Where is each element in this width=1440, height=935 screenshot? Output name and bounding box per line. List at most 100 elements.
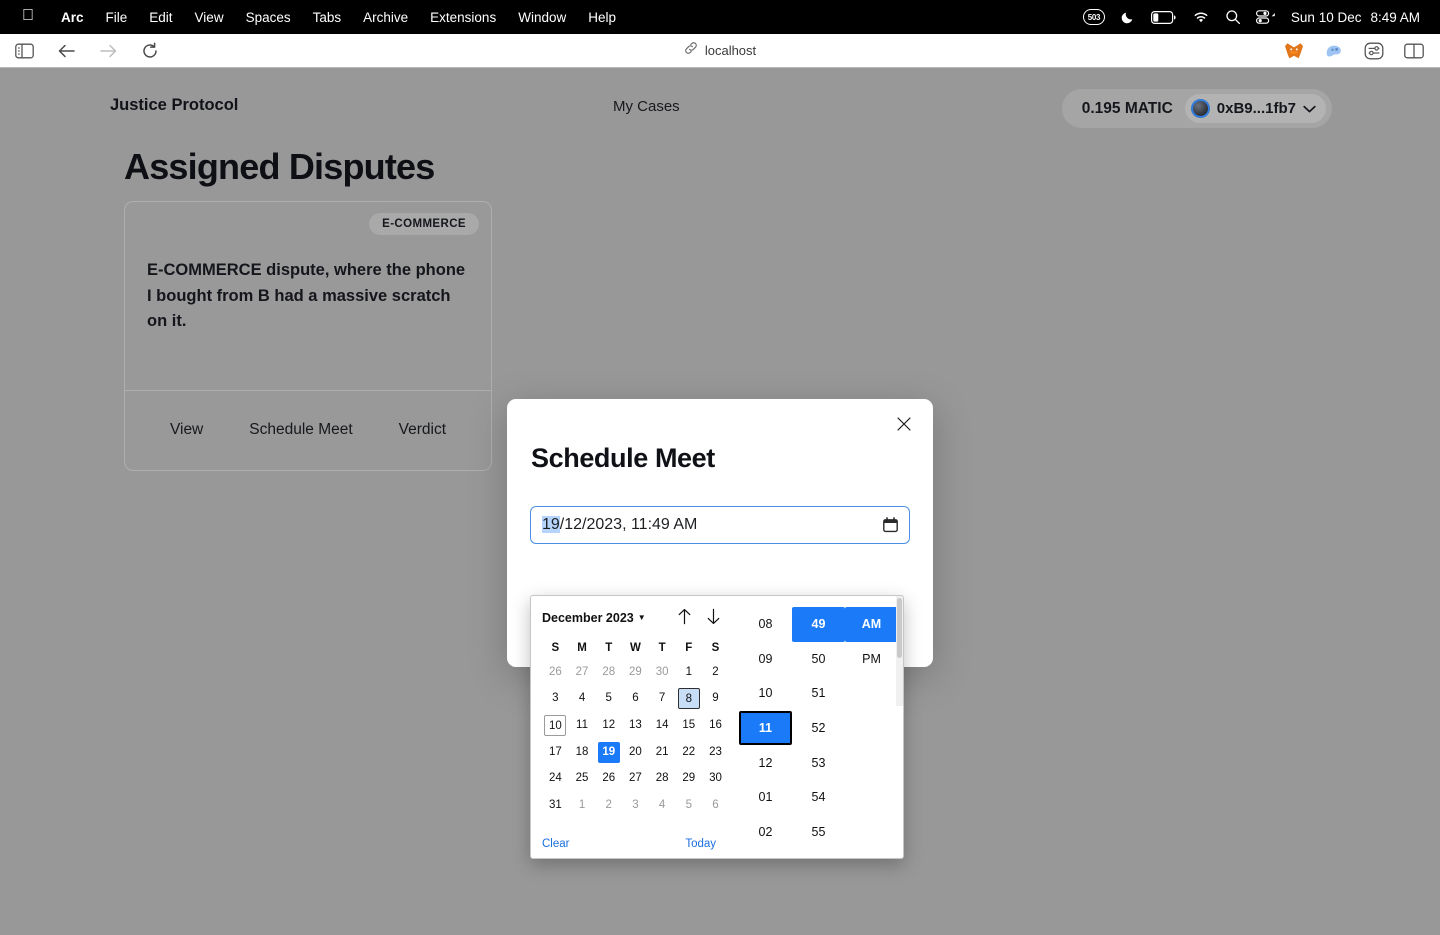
calendar-month-dropdown[interactable]: December 2023 [542,611,634,625]
calendar-day[interactable]: 27 [622,765,649,792]
calendar-day[interactable]: 21 [649,739,676,766]
battery-icon[interactable] [1150,10,1177,24]
calendar-day[interactable]: 2 [595,792,622,819]
hour-column[interactable]: 08 09 10 11 12 01 02 [739,607,792,858]
calendar-day[interactable]: 3 [542,686,569,713]
calendar-day[interactable]: 1 [569,792,596,819]
menu-item-arc[interactable]: Arc [50,10,95,25]
apple-logo-icon[interactable]:  [22,8,34,24]
menu-item-help[interactable]: Help [577,10,627,25]
calendar-day[interactable]: 27 [569,659,596,686]
metamask-extension-icon[interactable] [1284,41,1304,61]
arrow-up-icon[interactable] [677,608,692,629]
calendar-day-today[interactable]: 10 [542,712,569,739]
calendar-day[interactable]: 29 [675,765,702,792]
calendar-day[interactable]: 5 [675,792,702,819]
wallet-address-button[interactable]: 0xB9...1fb7 [1184,94,1326,123]
sidebar-toggle-icon[interactable] [14,41,34,61]
calendar-icon[interactable] [883,517,898,533]
calendar-day-selected[interactable]: 19 [595,739,622,766]
calendar-day[interactable]: 24 [542,765,569,792]
minute-option-selected[interactable]: 49 [792,607,845,642]
minute-option[interactable]: 53 [792,745,845,780]
nav-my-cases[interactable]: My Cases [613,98,680,115]
calendar-day[interactable]: 23 [702,739,729,766]
arrow-down-icon[interactable] [706,608,721,629]
ghost-extension-icon[interactable] [1324,41,1344,61]
calendar-day[interactable]: 29 [622,659,649,686]
moon-icon[interactable] [1120,9,1136,25]
calendar-day[interactable]: 9 [702,686,729,713]
wifi-icon[interactable] [1192,10,1210,24]
calendar-day[interactable]: 2 [702,659,729,686]
hour-option[interactable]: 02 [739,815,792,850]
calendar-day[interactable]: 26 [542,659,569,686]
calendar-day[interactable]: 3 [622,792,649,819]
reload-icon[interactable] [140,41,160,61]
calendar-day[interactable]: 25 [569,765,596,792]
view-button[interactable]: View [170,421,203,439]
minute-option[interactable]: 52 [792,711,845,746]
split-view-icon[interactable] [1404,41,1424,61]
calendar-day[interactable]: 4 [649,792,676,819]
calendar-day[interactable]: 6 [702,792,729,819]
time-scrollbar-thumb[interactable] [897,598,902,658]
calendar-day[interactable]: 1 [675,659,702,686]
calendar-day[interactable]: 18 [569,739,596,766]
schedule-meet-button[interactable]: Schedule Meet [249,421,352,439]
minute-option[interactable]: 51 [792,676,845,711]
minute-option[interactable]: 54 [792,780,845,815]
calendar-day[interactable]: 11 [569,712,596,739]
calendar-day[interactable]: 30 [649,659,676,686]
minute-option[interactable]: 50 [792,642,845,677]
calendar-day[interactable]: 30 [702,765,729,792]
calendar-day[interactable]: 26 [595,765,622,792]
calendar-day-hovered[interactable]: 8 [675,686,702,713]
hour-option[interactable]: 01 [739,780,792,815]
calendar-day[interactable]: 4 [569,686,596,713]
calendar-day[interactable]: 17 [542,739,569,766]
menu-item-window[interactable]: Window [507,10,577,25]
menu-item-spaces[interactable]: Spaces [235,10,302,25]
calendar-day[interactable]: 6 [622,686,649,713]
back-arrow-icon[interactable] [56,41,76,61]
badge-503-icon[interactable]: 503 [1082,9,1105,25]
app-brand[interactable]: Justice Protocol [110,96,238,115]
calendar-day[interactable]: 22 [675,739,702,766]
menu-item-view[interactable]: View [184,10,235,25]
calendar-day[interactable]: 5 [595,686,622,713]
clear-button[interactable]: Clear [542,838,569,850]
control-center-icon[interactable] [1255,9,1276,25]
address-bar[interactable]: localhost [0,41,1440,60]
extensions-icon[interactable] [1364,41,1384,61]
search-icon[interactable] [1225,9,1241,25]
menu-item-archive[interactable]: Archive [352,10,419,25]
meridiem-option[interactable]: PM [845,642,898,677]
today-button[interactable]: Today [685,838,716,850]
hour-option[interactable]: 10 [739,676,792,711]
calendar-day[interactable]: 13 [622,712,649,739]
hour-option[interactable]: 12 [739,745,792,780]
calendar-day[interactable]: 28 [649,765,676,792]
calendar-day[interactable]: 15 [675,712,702,739]
menu-item-file[interactable]: File [95,10,139,25]
verdict-button[interactable]: Verdict [399,421,446,439]
hour-option-selected[interactable]: 11 [739,710,792,746]
close-icon[interactable] [893,413,915,435]
calendar-day[interactable]: 7 [649,686,676,713]
calendar-day[interactable]: 20 [622,739,649,766]
menu-item-extensions[interactable]: Extensions [419,10,507,25]
hour-option[interactable]: 08 [739,607,792,642]
chevron-down-icon[interactable]: ▼ [638,613,646,622]
meridiem-option-selected[interactable]: AM [845,607,898,642]
calendar-day[interactable]: 14 [649,712,676,739]
minute-column[interactable]: 49 50 51 52 53 54 55 [792,607,845,858]
menu-item-edit[interactable]: Edit [138,10,183,25]
minute-option[interactable]: 55 [792,815,845,850]
datetime-input[interactable]: 19/12/2023, 11:49 AM [530,506,910,544]
calendar-day[interactable]: 12 [595,712,622,739]
menu-item-tabs[interactable]: Tabs [302,10,353,25]
calendar-day[interactable]: 16 [702,712,729,739]
meridiem-column[interactable]: AM PM [845,607,898,858]
hour-option[interactable]: 09 [739,642,792,677]
